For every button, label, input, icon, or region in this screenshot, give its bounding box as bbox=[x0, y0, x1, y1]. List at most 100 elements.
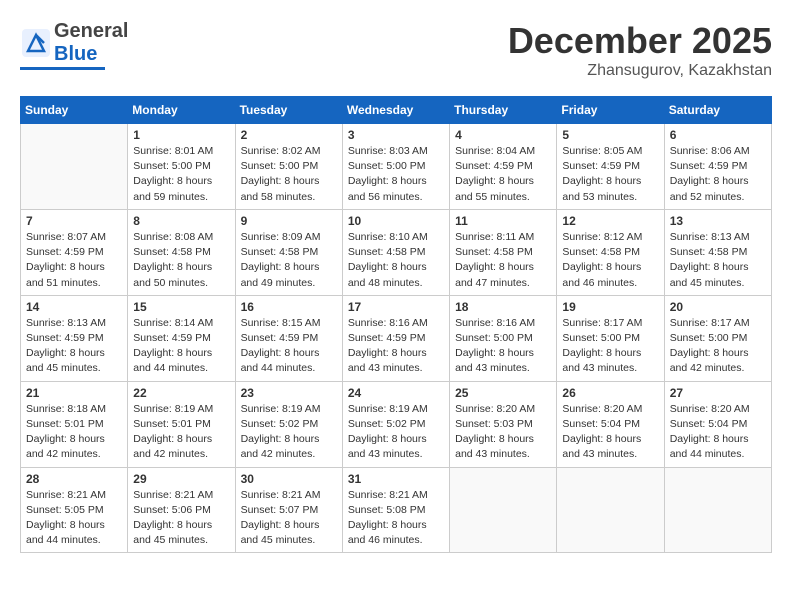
table-row bbox=[21, 124, 128, 210]
table-row: 30 Sunrise: 8:21 AMSunset: 5:07 PMDayligh… bbox=[235, 467, 342, 553]
table-row: 17Sunrise: 8:16 AMSunset: 4:59 PMDayligh… bbox=[342, 295, 449, 381]
calendar-header-row: Sunday Monday Tuesday Wednesday Thursday… bbox=[21, 97, 772, 124]
day-number: 27 bbox=[670, 386, 766, 400]
day-info: Sunrise: 8:16 AMSunset: 5:00 PMDaylight:… bbox=[455, 316, 551, 377]
table-row: 23 Sunrise: 8:19 AMSunset: 5:02 PMDayligh… bbox=[235, 381, 342, 467]
table-row: 14Sunrise: 8:13 AMSunset: 4:59 PMDayligh… bbox=[21, 295, 128, 381]
day-number: 30 bbox=[241, 472, 337, 486]
table-row: 26 Sunrise: 8:20 AMSunset: 5:04 PMDayligh… bbox=[557, 381, 664, 467]
col-thursday: Thursday bbox=[450, 97, 557, 124]
day-number: 29 bbox=[133, 472, 229, 486]
day-number: 2 bbox=[241, 128, 337, 142]
day-number: 11 bbox=[455, 214, 551, 228]
day-info: Sunrise: 8:19 AMSunset: 5:02 PMDaylight:… bbox=[348, 402, 444, 463]
day-number: 20 bbox=[670, 300, 766, 314]
table-row: 18 Sunrise: 8:16 AMSunset: 5:00 PMDayligh… bbox=[450, 295, 557, 381]
day-number: 23 bbox=[241, 386, 337, 400]
day-number: 8 bbox=[133, 214, 229, 228]
calendar-week-row: 1Sunrise: 8:01 AMSunset: 5:00 PMDaylight… bbox=[21, 124, 772, 210]
day-number: 24 bbox=[348, 386, 444, 400]
day-number: 26 bbox=[562, 386, 658, 400]
table-row: 25 Sunrise: 8:20 AMSunset: 5:03 PMDayligh… bbox=[450, 381, 557, 467]
day-info: Sunrise: 8:21 AMSunset: 5:05 PMDaylight:… bbox=[26, 488, 122, 549]
location: Zhansugurov, Kazakhstan bbox=[508, 62, 772, 80]
day-info: Sunrise: 8:03 AMSunset: 5:00 PMDaylight:… bbox=[348, 144, 444, 205]
table-row: 4 Sunrise: 8:04 AMSunset: 4:59 PMDaylight… bbox=[450, 124, 557, 210]
logo-icon bbox=[20, 27, 52, 59]
col-monday: Monday bbox=[128, 97, 235, 124]
logo-blue-text: Blue bbox=[54, 43, 97, 65]
table-row: 1Sunrise: 8:01 AMSunset: 5:00 PMDaylight… bbox=[128, 124, 235, 210]
calendar-body: 1Sunrise: 8:01 AMSunset: 5:00 PMDaylight… bbox=[21, 124, 772, 553]
day-number: 22 bbox=[133, 386, 229, 400]
day-info: Sunrise: 8:17 AMSunset: 5:00 PMDaylight:… bbox=[562, 316, 658, 377]
table-row: 5Sunrise: 8:05 AMSunset: 4:59 PMDaylight… bbox=[557, 124, 664, 210]
table-row: 15Sunrise: 8:14 AMSunset: 4:59 PMDayligh… bbox=[128, 295, 235, 381]
day-info: Sunrise: 8:15 AMSunset: 4:59 PMDaylight:… bbox=[241, 316, 337, 377]
day-info: Sunrise: 8:05 AMSunset: 4:59 PMDaylight:… bbox=[562, 144, 658, 205]
day-number: 13 bbox=[670, 214, 766, 228]
logo-general-text: General bbox=[54, 20, 128, 42]
header: General Blue December 2025 Zhansugurov, … bbox=[20, 20, 772, 80]
table-row: 21 Sunrise: 8:18 AMSunset: 5:01 PMDayligh… bbox=[21, 381, 128, 467]
day-info: Sunrise: 8:11 AMSunset: 4:58 PMDaylight:… bbox=[455, 230, 551, 291]
day-number: 19 bbox=[562, 300, 658, 314]
table-row: 24 Sunrise: 8:19 AMSunset: 5:02 PMDayligh… bbox=[342, 381, 449, 467]
calendar-week-row: 14Sunrise: 8:13 AMSunset: 4:59 PMDayligh… bbox=[21, 295, 772, 381]
day-info: Sunrise: 8:06 AMSunset: 4:59 PMDaylight:… bbox=[670, 144, 766, 205]
day-number: 21 bbox=[26, 386, 122, 400]
title-area: December 2025 Zhansugurov, Kazakhstan bbox=[508, 20, 772, 80]
day-info: Sunrise: 8:12 AMSunset: 4:58 PMDaylight:… bbox=[562, 230, 658, 291]
day-info: Sunrise: 8:21 AMSunset: 5:06 PMDaylight:… bbox=[133, 488, 229, 549]
col-friday: Friday bbox=[557, 97, 664, 124]
col-tuesday: Tuesday bbox=[235, 97, 342, 124]
day-info: Sunrise: 8:01 AMSunset: 5:00 PMDaylight:… bbox=[133, 144, 229, 205]
day-number: 15 bbox=[133, 300, 229, 314]
calendar-week-row: 21 Sunrise: 8:18 AMSunset: 5:01 PMDayligh… bbox=[21, 381, 772, 467]
table-row: 20 Sunrise: 8:17 AMSunset: 5:00 PMDayligh… bbox=[664, 295, 771, 381]
table-row: 6Sunrise: 8:06 AMSunset: 4:59 PMDaylight… bbox=[664, 124, 771, 210]
logo: General Blue bbox=[20, 20, 128, 70]
calendar-week-row: 7Sunrise: 8:07 AMSunset: 4:59 PMDaylight… bbox=[21, 209, 772, 295]
day-info: Sunrise: 8:20 AMSunset: 5:04 PMDaylight:… bbox=[562, 402, 658, 463]
day-info: Sunrise: 8:21 AMSunset: 5:08 PMDaylight:… bbox=[348, 488, 444, 549]
day-info: Sunrise: 8:13 AMSunset: 4:58 PMDaylight:… bbox=[670, 230, 766, 291]
logo-underline bbox=[20, 67, 105, 70]
day-info: Sunrise: 8:07 AMSunset: 4:59 PMDaylight:… bbox=[26, 230, 122, 291]
day-number: 4 bbox=[455, 128, 551, 142]
table-row: 11 Sunrise: 8:11 AMSunset: 4:58 PMDayligh… bbox=[450, 209, 557, 295]
day-number: 12 bbox=[562, 214, 658, 228]
day-number: 28 bbox=[26, 472, 122, 486]
day-info: Sunrise: 8:13 AMSunset: 4:59 PMDaylight:… bbox=[26, 316, 122, 377]
day-number: 31 bbox=[348, 472, 444, 486]
day-info: Sunrise: 8:09 AMSunset: 4:58 PMDaylight:… bbox=[241, 230, 337, 291]
table-row: 9Sunrise: 8:09 AMSunset: 4:58 PMDaylight… bbox=[235, 209, 342, 295]
day-number: 10 bbox=[348, 214, 444, 228]
table-row bbox=[450, 467, 557, 553]
table-row: 3 Sunrise: 8:03 AMSunset: 5:00 PMDaylight… bbox=[342, 124, 449, 210]
month-title: December 2025 bbox=[508, 20, 772, 62]
table-row: 22Sunrise: 8:19 AMSunset: 5:01 PMDayligh… bbox=[128, 381, 235, 467]
table-row: 28 Sunrise: 8:21 AMSunset: 5:05 PMDayligh… bbox=[21, 467, 128, 553]
table-row: 8Sunrise: 8:08 AMSunset: 4:58 PMDaylight… bbox=[128, 209, 235, 295]
day-number: 25 bbox=[455, 386, 551, 400]
day-info: Sunrise: 8:19 AMSunset: 5:02 PMDaylight:… bbox=[241, 402, 337, 463]
col-saturday: Saturday bbox=[664, 97, 771, 124]
table-row: 13 Sunrise: 8:13 AMSunset: 4:58 PMDayligh… bbox=[664, 209, 771, 295]
table-row: 29 Sunrise: 8:21 AMSunset: 5:06 PMDayligh… bbox=[128, 467, 235, 553]
day-info: Sunrise: 8:20 AMSunset: 5:03 PMDaylight:… bbox=[455, 402, 551, 463]
day-number: 3 bbox=[348, 128, 444, 142]
day-info: Sunrise: 8:04 AMSunset: 4:59 PMDaylight:… bbox=[455, 144, 551, 205]
table-row: 27 Sunrise: 8:20 AMSunset: 5:04 PMDayligh… bbox=[664, 381, 771, 467]
table-row: 7Sunrise: 8:07 AMSunset: 4:59 PMDaylight… bbox=[21, 209, 128, 295]
day-info: Sunrise: 8:20 AMSunset: 5:04 PMDaylight:… bbox=[670, 402, 766, 463]
day-info: Sunrise: 8:17 AMSunset: 5:00 PMDaylight:… bbox=[670, 316, 766, 377]
table-row: 2 Sunrise: 8:02 AMSunset: 5:00 PMDaylight… bbox=[235, 124, 342, 210]
table-row: 31 Sunrise: 8:21 AMSunset: 5:08 PMDayligh… bbox=[342, 467, 449, 553]
day-info: Sunrise: 8:18 AMSunset: 5:01 PMDaylight:… bbox=[26, 402, 122, 463]
day-info: Sunrise: 8:21 AMSunset: 5:07 PMDaylight:… bbox=[241, 488, 337, 549]
day-info: Sunrise: 8:02 AMSunset: 5:00 PMDaylight:… bbox=[241, 144, 337, 205]
day-number: 18 bbox=[455, 300, 551, 314]
col-wednesday: Wednesday bbox=[342, 97, 449, 124]
table-row: 19 Sunrise: 8:17 AMSunset: 5:00 PMDayligh… bbox=[557, 295, 664, 381]
